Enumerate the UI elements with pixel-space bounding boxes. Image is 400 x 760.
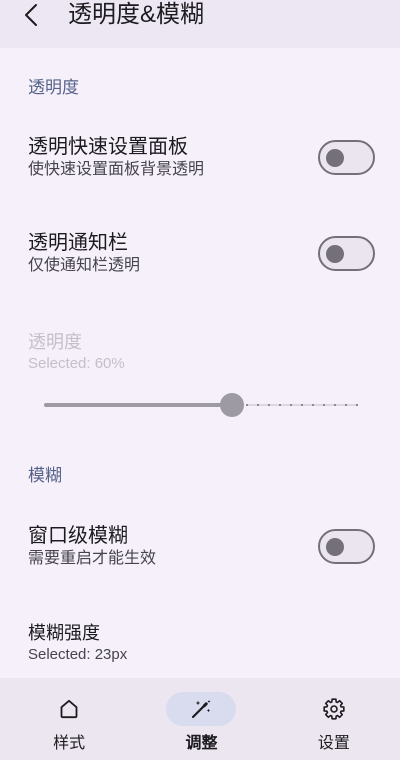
- section-header-transparency: 透明度: [28, 78, 79, 97]
- pref-row-opacity: 透明度 Selected: 60%: [0, 314, 400, 430]
- pref-summary: 使快速设置面板背景透明: [28, 161, 205, 178]
- nav-label: 设置: [317, 735, 350, 752]
- nav-item-style[interactable]: 样式: [3, 678, 135, 760]
- switch-thumb: [326, 148, 344, 167]
- home-icon: [57, 697, 81, 721]
- bottom-navigation: 样式 调整 设置: [0, 678, 400, 760]
- chevron-left-icon: [25, 4, 37, 26]
- pref-summary: Selected: 23px: [28, 646, 128, 663]
- slider-thumb[interactable]: [220, 393, 245, 417]
- gear-icon: [322, 697, 346, 721]
- magic-wand-icon: [189, 697, 213, 721]
- section-header-blur: 模糊: [28, 466, 62, 485]
- settings-screen: 透明度&模糊 透明度 透明快速设置面板 使快速设置面板背景透明 透明通知栏 仅使…: [0, 0, 400, 760]
- slider-inactive-track: [246, 404, 358, 406]
- pref-title: 透明快速设置面板: [28, 136, 188, 158]
- nav-item-settings[interactable]: 设置: [268, 678, 400, 760]
- opacity-slider[interactable]: [44, 393, 358, 417]
- pref-title: 透明通知栏: [28, 232, 128, 254]
- page-title: 透明度&模糊: [68, 1, 205, 28]
- slider-active-track: [44, 403, 225, 407]
- pref-title: 模糊强度: [28, 623, 100, 643]
- pref-title: 透明度: [28, 332, 82, 352]
- transparent-notification-bar-switch[interactable]: [318, 236, 375, 271]
- nav-label: 调整: [185, 735, 218, 752]
- pref-summary: 需要重启才能生效: [28, 550, 157, 567]
- nav-item-adjust[interactable]: 调整: [135, 678, 267, 760]
- pref-row-transparent-notification-bar[interactable]: 透明通知栏 仅使通知栏透明: [0, 213, 400, 293]
- transparent-qs-panel-switch[interactable]: [318, 140, 375, 175]
- switch-thumb: [326, 244, 344, 263]
- back-button[interactable]: [16, 0, 48, 30]
- pref-row-transparent-qs-panel[interactable]: 透明快速设置面板 使快速设置面板背景透明: [0, 117, 400, 197]
- pref-summary: 仅使通知栏透明: [28, 257, 141, 274]
- pref-summary: Selected: 60%: [28, 355, 125, 372]
- pref-row-blur-strength[interactable]: 模糊强度 Selected: 23px: [0, 605, 400, 678]
- pref-title: 窗口级模糊: [28, 525, 128, 547]
- top-app-bar: 透明度&模糊: [0, 0, 400, 48]
- pref-row-window-blur[interactable]: 窗口级模糊 需要重启才能生效: [0, 506, 400, 586]
- window-blur-switch[interactable]: [318, 529, 375, 564]
- nav-label: 样式: [53, 735, 86, 752]
- switch-thumb: [326, 537, 344, 556]
